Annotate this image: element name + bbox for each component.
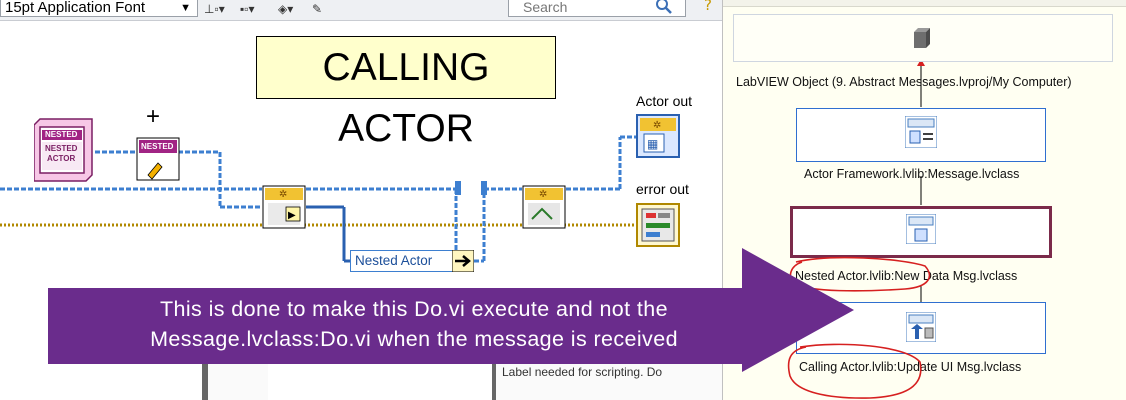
callout-line-2: Message.lvclass:Do.vi when the message i… <box>150 327 678 351</box>
screenshot-root: 15pt Application Font ▼ ⊥▫▾ ▪▫▾ ◈▾ ✎ Sea… <box>0 0 1126 400</box>
callout-text: This is done to make this Do.vi execute … <box>64 294 764 354</box>
callout-line-1: This is done to make this Do.vi execute … <box>159 297 668 321</box>
